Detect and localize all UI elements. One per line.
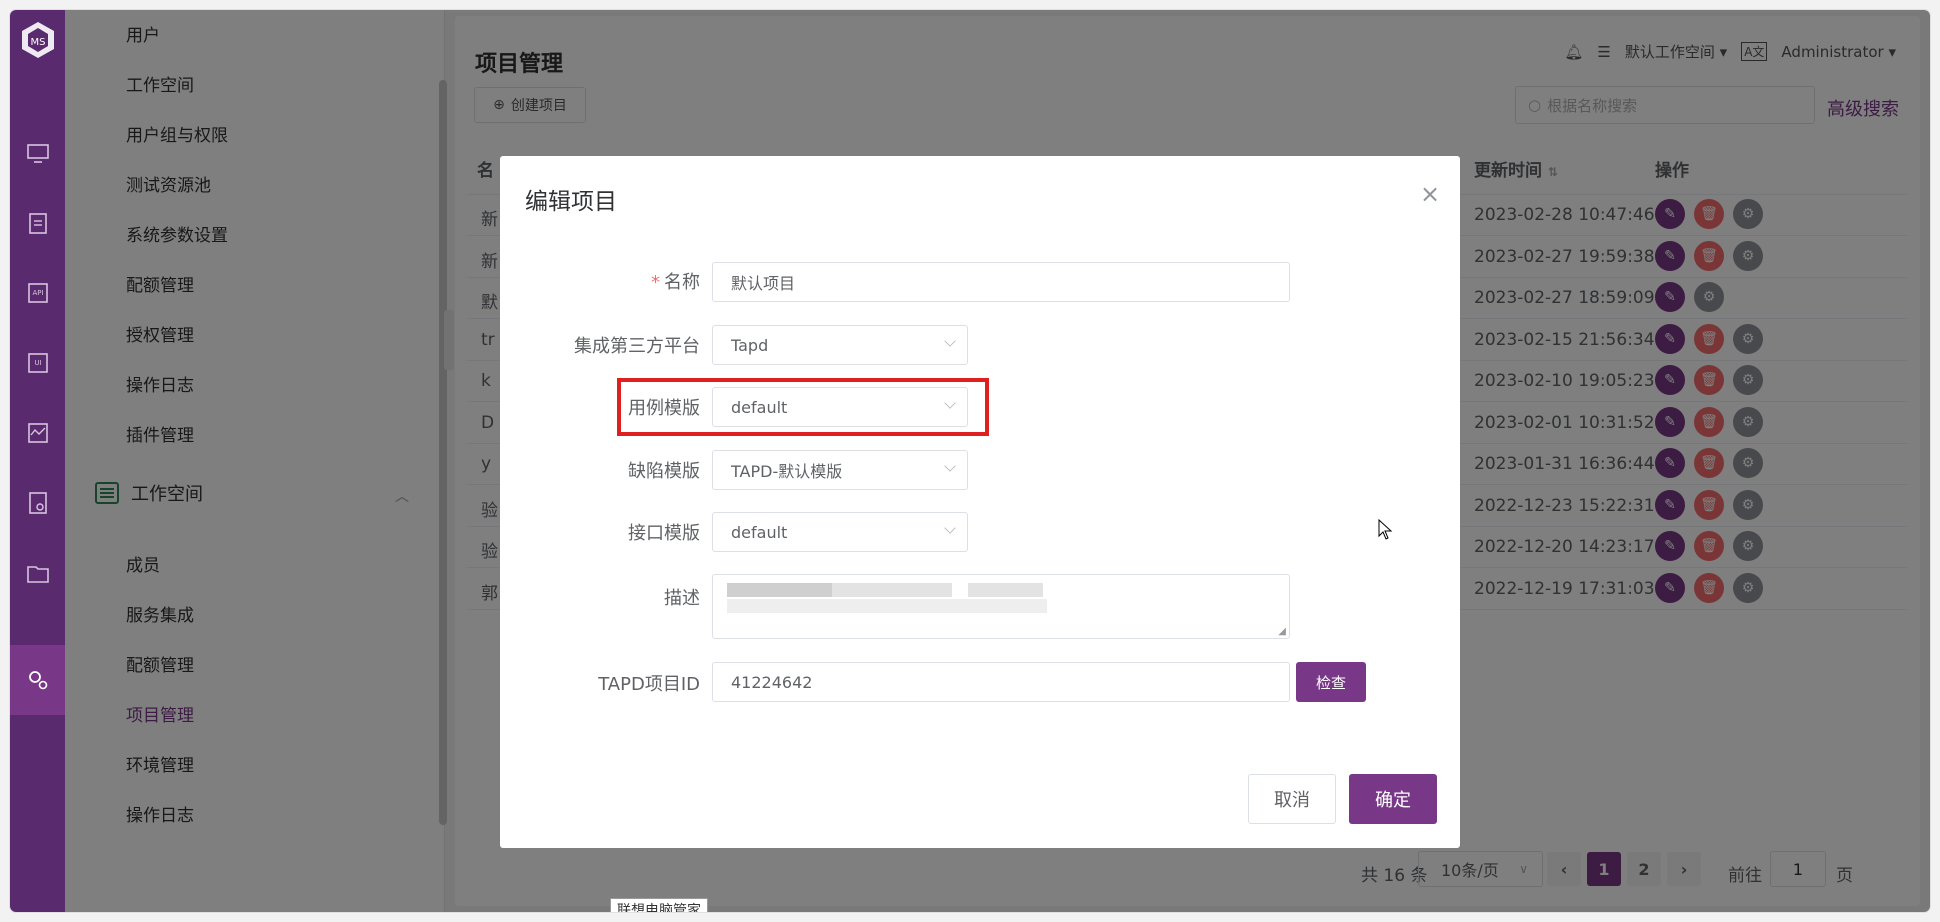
issue-template-label: 缺陷模版 [628,461,700,482]
issue-template-select[interactable]: TAPD-默认模版 [712,450,968,490]
api-icon[interactable]: API [10,265,65,321]
ui-icon[interactable]: UI [10,335,65,391]
check-button[interactable]: 检查 [1296,662,1366,702]
issue-template-value: TAPD-默认模版 [731,462,843,481]
folder-icon[interactable] [10,545,65,601]
dialog-title: 编辑项目 [525,189,617,215]
tapd-id-label: TAPD项目ID [598,674,700,695]
name-label: * 名称 [500,268,700,294]
svg-text:MS: MS [31,37,46,48]
svg-text:UI: UI [34,359,41,367]
clipboard-icon[interactable] [10,195,65,251]
settings-icon[interactable] [10,645,65,715]
platform-value: Tapd [731,335,769,355]
highlight-box [617,378,989,436]
api-template-label: 接口模版 [628,523,700,544]
blurred-text [832,583,952,597]
performance-icon[interactable] [10,405,65,461]
cancel-button[interactable]: 取消 [1248,774,1336,824]
blurred-text [727,599,1047,613]
edit-project-dialog: 编辑项目 × * 名称 默认项目 集成第三方平台 Tapd 用例模版 defaul… [500,156,1460,848]
platform-label: 集成第三方平台 [574,336,700,357]
chevron-down-icon [944,335,956,347]
blurred-text [968,583,1043,597]
required-mark: * [651,272,660,293]
description-label: 描述 [664,588,700,609]
icon-rail: MS API UI [10,10,65,912]
chevron-down-icon [944,460,956,472]
resize-handle-icon[interactable]: ◢ [1278,626,1286,637]
app-window: MS API UI 用户 工作空间 用户组与权限 测试资源池 系统参数设置 配额… [10,10,1930,912]
close-icon[interactable]: × [1420,180,1440,208]
logo-icon: MS [22,22,54,58]
name-label-text: 名称 [664,272,700,293]
description-textarea[interactable]: ◢ [712,574,1290,639]
name-field[interactable]: 默认项目 [712,262,1290,302]
monitor-icon[interactable] [10,125,65,181]
taskbar-tooltip: 联想电脑管家 [610,898,708,912]
api-template-select[interactable]: default [712,512,968,552]
platform-select[interactable]: Tapd [712,325,968,365]
tapd-id-field[interactable]: 41224642 [712,662,1290,702]
api-template-value: default [731,522,788,542]
mouse-cursor-icon [1378,519,1393,540]
svg-text:API: API [32,289,43,297]
report-icon[interactable] [10,475,65,531]
blurred-text [727,583,832,597]
chevron-down-icon [944,522,956,534]
confirm-button[interactable]: 确定 [1349,774,1437,824]
